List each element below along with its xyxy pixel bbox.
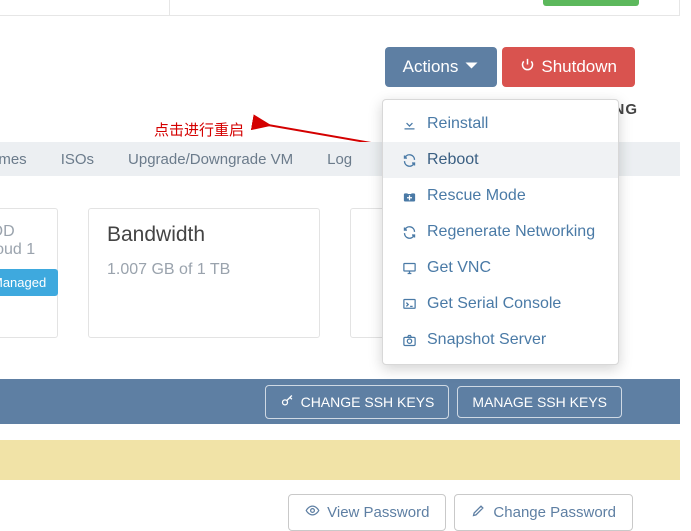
plan-name: HDD Cloud 1 <box>0 223 39 259</box>
dropdown-item-serial[interactable]: Get Serial Console <box>383 286 618 322</box>
camera-icon <box>401 333 417 348</box>
shutdown-button[interactable]: Shutdown <box>502 47 635 87</box>
dropdown-item-snapshot[interactable]: Snapshot Server <box>383 322 618 358</box>
top-cell-left <box>0 0 170 16</box>
actions-dropdown: Reinstall Reboot Rescue Mode Regenerate … <box>382 99 619 365</box>
dropdown-item-vnc[interactable]: Get VNC <box>383 250 618 286</box>
bandwidth-title: Bandwidth <box>107 223 301 247</box>
ssh-bar: CHANGE SSH KEYS MANAGE SSH KEYS <box>0 379 680 424</box>
warning-bar <box>0 440 680 480</box>
top-cell-right <box>170 0 680 16</box>
serial-label: Get Serial Console <box>427 295 561 313</box>
tab-upgrade[interactable]: Upgrade/Downgrade VM <box>128 151 293 168</box>
annotation-text: 点击进行重启 <box>154 119 244 140</box>
medkit-icon <box>401 189 417 204</box>
eye-icon <box>305 503 320 522</box>
shutdown-label: Shutdown <box>541 57 617 77</box>
tab-isos[interactable]: ISOs <box>61 151 94 168</box>
card-plan: HDD Cloud 1 Managed <box>0 208 58 338</box>
terminal-icon <box>401 297 417 312</box>
chevron-down-icon <box>464 58 479 76</box>
card-bandwidth: Bandwidth 1.007 GB of 1 TB <box>88 208 320 338</box>
change-password-button[interactable]: Change Password <box>454 494 633 531</box>
actions-button[interactable]: Actions <box>385 47 498 87</box>
dropdown-item-rescue[interactable]: Rescue Mode <box>383 178 618 214</box>
vnc-label: Get VNC <box>427 259 491 277</box>
dropdown-item-reboot[interactable]: Reboot <box>383 142 618 178</box>
change-password-label: Change Password <box>493 504 616 521</box>
key-icon <box>280 393 295 411</box>
top-row <box>0 0 680 16</box>
tag-managed[interactable]: Managed <box>0 269 58 296</box>
regen-label: Regenerate Networking <box>427 223 595 241</box>
actions-label: Actions <box>403 57 459 77</box>
reinstall-label: Reinstall <box>427 115 488 133</box>
change-ssh-button[interactable]: CHANGE SSH KEYS <box>265 385 450 419</box>
refresh-icon <box>401 225 417 240</box>
view-password-button[interactable]: View Password <box>288 494 446 531</box>
download-icon <box>401 117 417 132</box>
pencil-icon <box>471 503 486 522</box>
snapshot-label: Snapshot Server <box>427 331 546 349</box>
green-button[interactable] <box>543 0 639 6</box>
view-password-label: View Password <box>327 504 429 521</box>
actions-row: Actions Shutdown <box>385 47 635 87</box>
desktop-icon <box>401 261 417 276</box>
bandwidth-usage: 1.007 GB of 1 TB <box>107 261 301 279</box>
dropdown-item-regen[interactable]: Regenerate Networking <box>383 214 618 250</box>
tab-volumes[interactable]: umes <box>0 151 27 168</box>
manage-ssh-button[interactable]: MANAGE SSH KEYS <box>457 386 622 418</box>
reboot-label: Reboot <box>427 151 479 169</box>
change-ssh-label: CHANGE SSH KEYS <box>301 394 435 410</box>
manage-ssh-label: MANAGE SSH KEYS <box>472 394 607 410</box>
rescue-label: Rescue Mode <box>427 187 526 205</box>
tab-log[interactable]: Log <box>327 151 352 168</box>
refresh-icon <box>401 153 417 168</box>
power-icon <box>520 57 535 77</box>
password-row: View Password Change Password <box>288 494 633 531</box>
dropdown-item-reinstall[interactable]: Reinstall <box>383 106 618 142</box>
